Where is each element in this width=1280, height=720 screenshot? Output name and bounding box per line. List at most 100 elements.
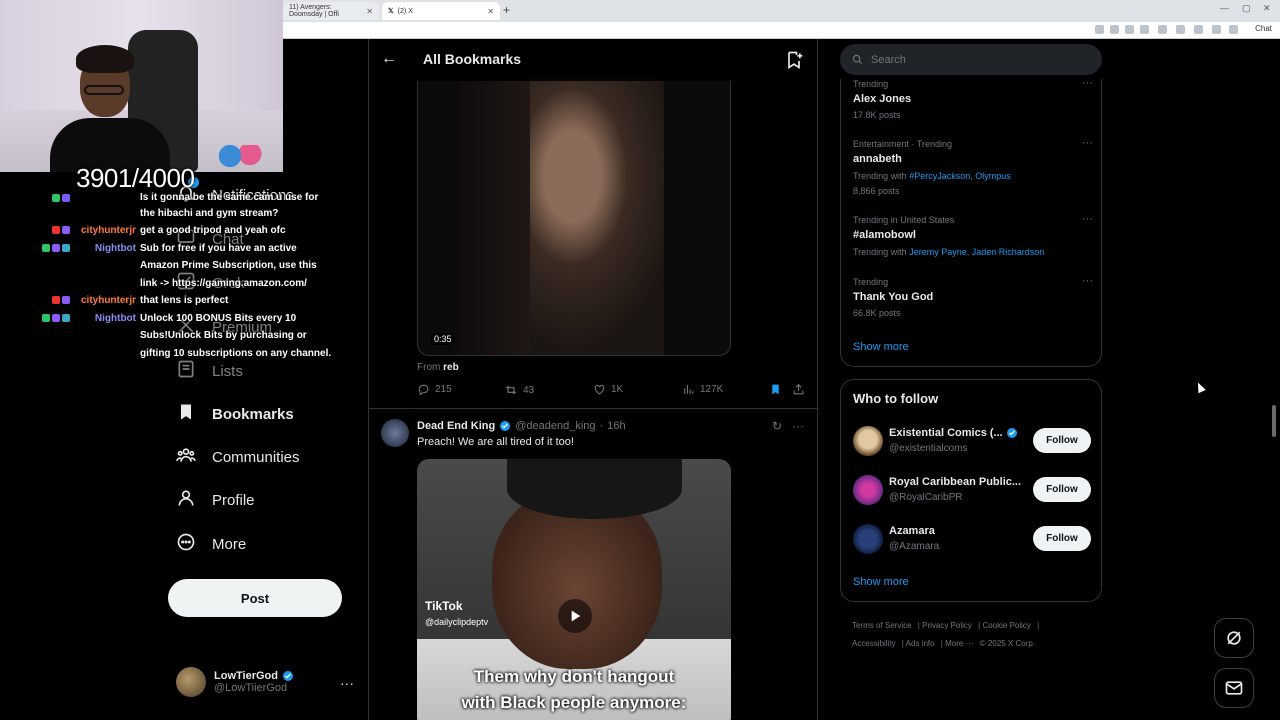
footer-link[interactable]: Cookie Policy	[982, 621, 1030, 630]
follow-suggestion[interactable]: Existential Comics (... @existentialcoms…	[853, 424, 1093, 458]
maximize-icon[interactable]: ▢	[1242, 3, 1251, 14]
from-user[interactable]: reb	[443, 362, 459, 373]
footer-link[interactable]: Privacy Policy	[922, 621, 972, 630]
follow-suggestion[interactable]: Royal Caribbean Public... @RoyalCaribPR …	[853, 473, 1093, 507]
mail-icon	[1225, 681, 1243, 695]
post-button[interactable]: Post	[168, 579, 342, 617]
browser-tab-x[interactable]: 𝕏 (2) X ✕	[382, 2, 500, 20]
trend-category: Entertainment · Trending	[853, 139, 953, 149]
nav-label: Bookmarks	[212, 405, 294, 423]
more-dots-icon[interactable]: ···	[1082, 275, 1093, 287]
page-scrollbar[interactable]	[1271, 39, 1277, 720]
chat-username[interactable]: cityhunterjr	[74, 222, 136, 240]
extension-icon[interactable]	[1176, 25, 1185, 34]
trending-with-label: Trending with	[853, 247, 907, 257]
more-dots-icon[interactable]: ···	[340, 675, 354, 691]
post-divider	[369, 408, 817, 409]
follow-button[interactable]: Follow	[1033, 477, 1091, 502]
menu-icon[interactable]	[1229, 25, 1238, 34]
favorites-icon[interactable]	[1194, 25, 1203, 34]
show-more-trends-link[interactable]: Show more	[853, 341, 909, 353]
trend-item[interactable]: Entertainment · Trending annabeth Trendi…	[853, 137, 1093, 196]
close-icon[interactable]: ✕	[366, 7, 373, 16]
more-dots-icon[interactable]: ···	[792, 419, 804, 433]
collections-icon[interactable]	[1212, 25, 1221, 34]
like-button[interactable]: 1K	[593, 383, 623, 396]
trend-item[interactable]: Trending Thank You God 66.8K posts ···	[853, 275, 1093, 318]
footer-link[interactable]: Accessibility	[852, 639, 896, 648]
minimize-icon[interactable]: —	[1220, 3, 1229, 13]
avatar[interactable]	[381, 419, 409, 447]
who-to-follow-title: Who to follow	[853, 391, 939, 406]
like-count: 1K	[611, 384, 624, 395]
footer-link[interactable]: More ···	[945, 639, 973, 648]
trend-count: 66.8K posts	[853, 308, 901, 318]
trend-item[interactable]: Trending Alex Jones 17.8K posts ···	[853, 77, 1093, 120]
play-icon[interactable]	[558, 599, 592, 633]
bookmark-video-2[interactable]: TikTok @dailyclipdeptv Them why don't ha…	[417, 459, 731, 720]
chat-username[interactable]: Nightbot	[74, 310, 136, 363]
trend-link[interactable]: Jaden Richardson	[972, 247, 1045, 257]
trend-name: Thank You God	[853, 291, 934, 303]
chat-username[interactable]: cityhunterjr	[74, 292, 136, 310]
trend-link[interactable]: Jeremy Payne	[909, 247, 967, 257]
nav-communities[interactable]: Communities	[176, 445, 300, 469]
avatar[interactable]	[853, 475, 883, 505]
bookmark-button[interactable]	[769, 383, 782, 396]
webcam-overlay	[0, 0, 283, 172]
account-switcher[interactable]: LowTierGod @LowTiierGod	[176, 667, 294, 697]
chat-username[interactable]: Nightbot	[74, 240, 136, 293]
bookmark-icon	[176, 402, 196, 426]
nav-profile[interactable]: Profile	[176, 488, 255, 512]
close-window-icon[interactable]: ✕	[1263, 3, 1271, 14]
extension-icon[interactable]	[1125, 25, 1134, 34]
star-icon[interactable]	[1140, 25, 1149, 34]
extension-icon[interactable]	[1158, 25, 1167, 34]
nav-more[interactable]: More	[176, 532, 246, 556]
footer-link[interactable]: Ads info	[906, 639, 935, 648]
share-button[interactable]	[792, 383, 805, 396]
nav-lists[interactable]: Lists	[176, 359, 243, 383]
follow-button[interactable]: Follow	[1033, 428, 1091, 453]
nav-bookmarks[interactable]: Bookmarks	[176, 402, 294, 426]
trend-item[interactable]: Trending in United States #alamobowl Tre…	[853, 213, 1093, 257]
repost-button[interactable]: 43	[504, 383, 534, 397]
add-folder-icon[interactable]	[784, 50, 804, 75]
scrollbar-thumb[interactable]	[1272, 405, 1276, 437]
extension-icon[interactable]	[1095, 25, 1104, 34]
extension-icon[interactable]	[1110, 25, 1119, 34]
trend-link[interactable]: #PercyJackson	[909, 171, 970, 181]
avatar[interactable]	[853, 524, 883, 554]
search-input[interactable]: Search	[840, 44, 1102, 75]
back-arrow-icon[interactable]: ←	[381, 50, 397, 68]
post-author-name[interactable]: Dead End King	[417, 420, 495, 432]
bookmark-video-1[interactable]	[417, 79, 731, 356]
reply-button[interactable]: 215	[417, 383, 452, 396]
more-dots-icon[interactable]: ···	[1082, 137, 1093, 149]
new-tab-icon[interactable]: +	[503, 3, 510, 17]
messages-fab[interactable]	[1214, 668, 1254, 708]
browser-tab-youtube[interactable]: 11) Avengers: Doomsday | Offi ✕	[283, 2, 379, 20]
follow-button[interactable]: Follow	[1033, 526, 1091, 551]
show-more-follows-link[interactable]: Show more	[853, 576, 909, 588]
separator-dot: ·	[599, 420, 604, 432]
footer-link[interactable]: Terms of Service	[852, 621, 912, 630]
nav-label: Profile	[212, 491, 255, 509]
avatar[interactable]	[853, 426, 883, 456]
plush-toy	[215, 145, 265, 167]
views-button[interactable]: 127K	[682, 383, 723, 396]
copilot-chat-button[interactable]: Chat	[1255, 24, 1272, 33]
more-dots-icon[interactable]: ···	[1082, 77, 1093, 89]
grok-fab[interactable]	[1214, 618, 1254, 658]
close-icon[interactable]: ✕	[487, 7, 494, 16]
post-author-handle[interactable]: @deadend_king	[515, 420, 595, 432]
post-time[interactable]: 16h	[607, 420, 625, 432]
profile-icon	[176, 488, 196, 512]
video-caption-line-1: Them why don't hangout	[473, 667, 675, 686]
grok-icon[interactable]: ↻	[772, 419, 782, 433]
more-dots-icon[interactable]: ···	[1082, 213, 1093, 225]
from-label: From	[417, 362, 441, 373]
follow-suggestion[interactable]: Azamara @Azamara Follow	[853, 522, 1093, 556]
streamer-hair	[76, 45, 134, 73]
trend-link[interactable]: Olympus	[975, 171, 1011, 181]
